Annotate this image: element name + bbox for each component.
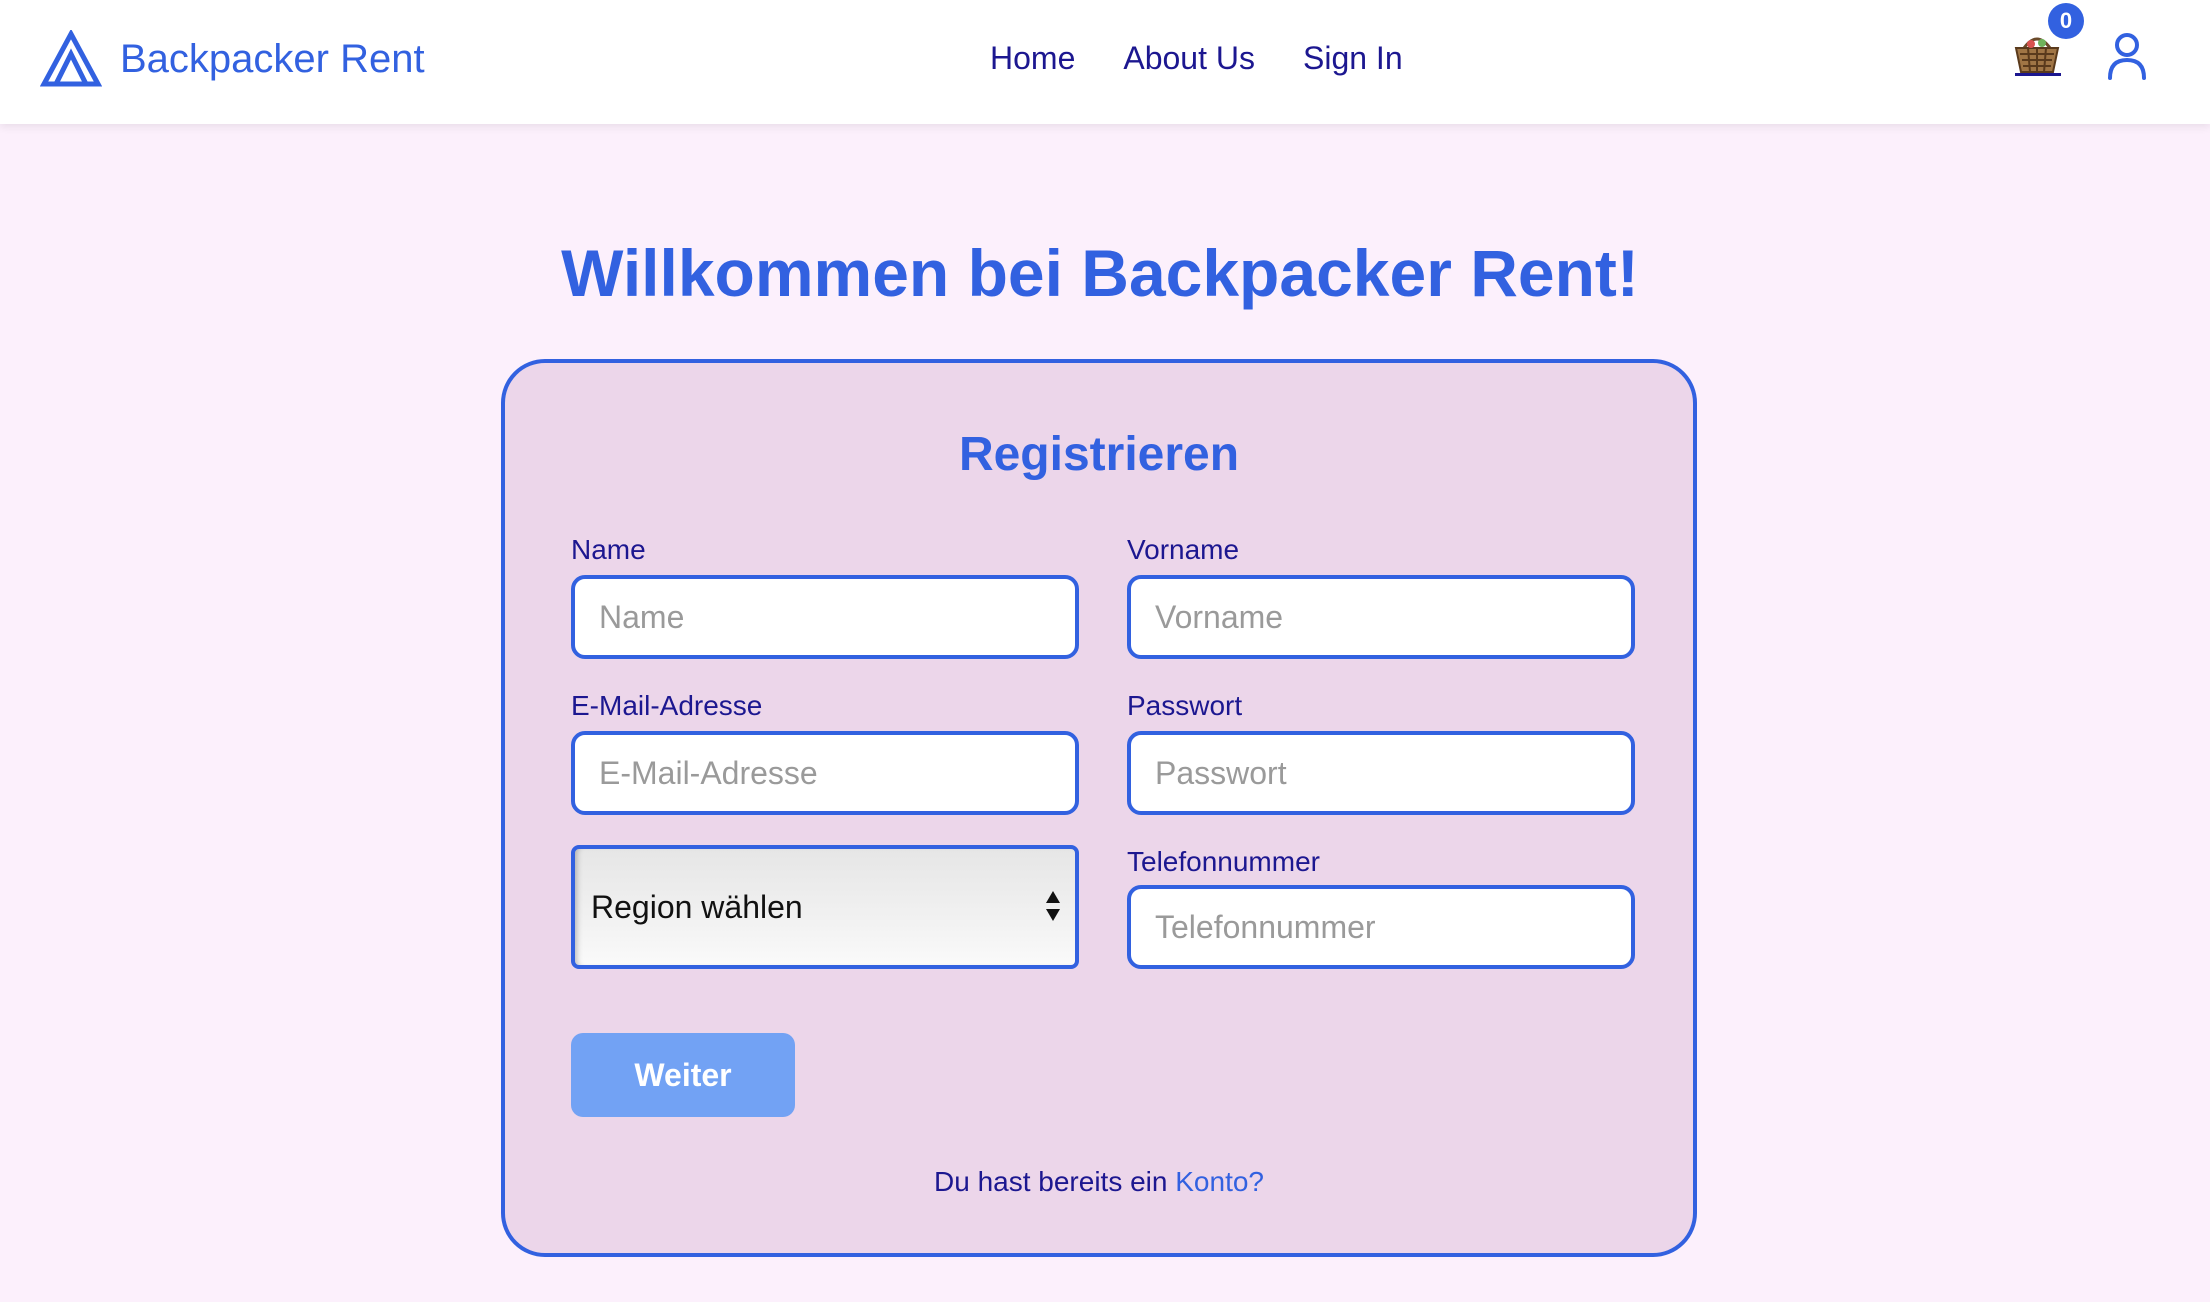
weiter-button[interactable]: Weiter — [571, 1033, 795, 1117]
vorname-label: Vorname — [1127, 534, 1240, 565]
brand-name: Backpacker Rent — [120, 37, 425, 81]
telefon-input[interactable] — [1127, 885, 1635, 969]
user-icon — [2108, 33, 2146, 80]
telefon-label: Telefonnummer — [1127, 846, 1320, 877]
nav-link-sign-in[interactable]: Sign In — [1303, 40, 1403, 77]
cart-underline — [2015, 73, 2061, 76]
passwort-input[interactable] — [1127, 731, 1635, 815]
email-input[interactable] — [571, 731, 1079, 815]
cart-count-badge: 0 — [2048, 3, 2084, 39]
name-label: Name — [571, 534, 646, 565]
form-title: Registrieren — [958, 428, 1240, 481]
email-label: E-Mail-Adresse — [571, 690, 763, 721]
page-title: Willkommen bei Backpacker Rent! — [561, 236, 1639, 310]
login-prompt-text: Du hast bereits ein — [934, 1166, 1168, 1197]
passwort-label: Passwort — [1127, 690, 1243, 721]
region-select-value: Region wählen — [591, 889, 803, 925]
region-select[interactable]: Region wählen — [571, 845, 1079, 969]
user-account-button[interactable] — [2106, 32, 2148, 85]
registration-card: Registrieren Name Vorname E-Mail-Adresse… — [501, 359, 1697, 1257]
main-nav: Home About Us Sign In — [990, 32, 1451, 84]
konto-link[interactable]: Konto? — [1175, 1166, 1264, 1197]
navbar: Backpacker Rent Home About Us Sign In 0 — [0, 0, 2210, 124]
login-prompt: Du hast bereits ein Konto? — [505, 1165, 1693, 1199]
vorname-input[interactable] — [1127, 575, 1635, 659]
nav-link-home[interactable]: Home — [990, 40, 1075, 77]
select-arrows-icon — [1046, 891, 1060, 921]
name-input[interactable] — [571, 575, 1079, 659]
logo-triangle-icon — [40, 30, 102, 87]
brand-link[interactable]: Backpacker Rent — [40, 28, 425, 90]
nav-link-about-us[interactable]: About Us — [1123, 40, 1255, 77]
